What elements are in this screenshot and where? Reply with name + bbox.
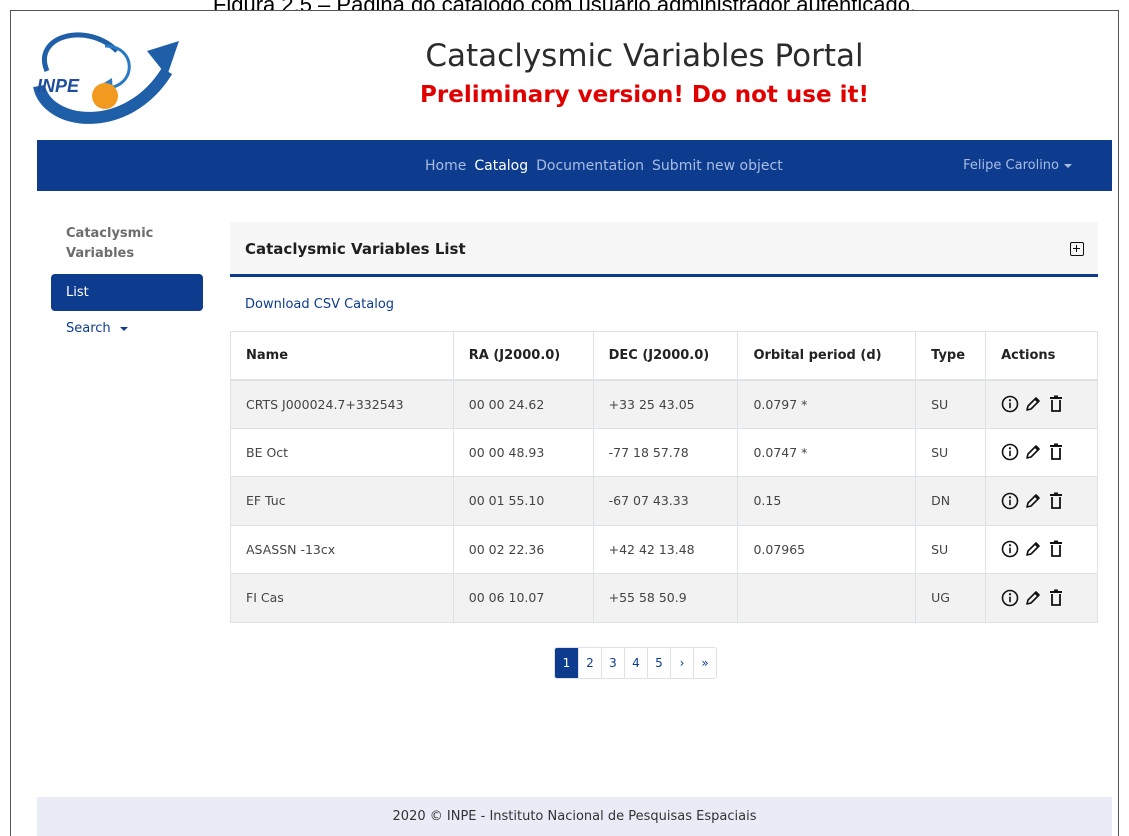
table-row: FI Cas 00 06 10.07 +55 58 50.9 UG	[230, 573, 1098, 623]
cell-dec: +42 42 13.48	[592, 524, 739, 574]
cell-ra: 00 00 48.93	[452, 427, 594, 477]
cell-period: 0.07965	[737, 524, 917, 574]
cell-type: UG	[915, 573, 987, 623]
row-actions	[1001, 492, 1097, 510]
catalog-table: Name RA (J2000.0) DEC (J2000.0) Orbital …	[230, 331, 1098, 623]
cell-type: SU	[915, 427, 987, 477]
edit-pencil-icon[interactable]	[1024, 492, 1042, 510]
sidebar: Cataclysmic Variables List Search	[51, 224, 203, 336]
edit-pencil-icon[interactable]	[1024, 589, 1042, 607]
page-3-button[interactable]: 3	[601, 648, 624, 678]
cell-actions	[985, 476, 1098, 526]
nav-links: Home Catalog Documentation Submit new ob…	[425, 140, 783, 191]
row-actions	[1001, 443, 1097, 461]
column-header-type: Type	[915, 331, 987, 381]
sidebar-heading: Cataclysmic Variables	[66, 226, 154, 261]
column-header-ra: RA (J2000.0)	[452, 331, 594, 381]
cell-dec: +33 25 43.05	[592, 379, 739, 429]
trash-icon[interactable]	[1047, 589, 1065, 607]
cell-dec: +55 58 50.9	[592, 573, 739, 623]
cell-ra: 00 02 22.36	[452, 524, 594, 574]
cell-period: 0.0797 *	[737, 379, 917, 429]
cell-period: 0.15	[737, 476, 917, 526]
info-icon[interactable]	[1001, 395, 1019, 413]
sidebar-item-search[interactable]: Search	[51, 321, 203, 336]
user-name: Felipe Carolino	[963, 158, 1059, 173]
cell-name: BE Oct	[230, 427, 454, 477]
page-4-button[interactable]: 4	[624, 648, 647, 678]
table-header-row: Name RA (J2000.0) DEC (J2000.0) Orbital …	[230, 331, 1098, 381]
page-2-button[interactable]: 2	[578, 648, 601, 678]
top-navbar: Home Catalog Documentation Submit new ob…	[37, 140, 1112, 191]
cell-period	[737, 573, 917, 623]
cell-name: EF Tuc	[230, 476, 454, 526]
table-row: CRTS J000024.7+332543 00 00 24.62 +33 25 4…	[230, 379, 1098, 429]
edit-pencil-icon[interactable]	[1024, 540, 1042, 558]
table-row: ASASSN -13cx 00 02 22.36 +42 42 13.48 0.079…	[230, 524, 1098, 574]
info-icon[interactable]	[1001, 540, 1019, 558]
cell-ra: 00 00 24.62	[452, 379, 594, 429]
pagination: 1 2 3 4 5 ›»	[554, 647, 717, 679]
plus-square-icon[interactable]	[1070, 242, 1084, 256]
cell-actions	[985, 427, 1098, 477]
column-header-actions: Actions	[985, 331, 1098, 381]
nav-submit-new-object[interactable]: Submit new object	[652, 158, 783, 174]
row-actions	[1001, 589, 1097, 607]
trash-icon[interactable]	[1047, 395, 1065, 413]
column-header-dec: DEC (J2000.0)	[592, 331, 739, 381]
column-header-period: Orbital period (d)	[737, 331, 917, 381]
info-icon[interactable]	[1001, 492, 1019, 510]
logo-text: INPE	[37, 76, 80, 96]
card-header: Cataclysmic Variables List	[230, 222, 1098, 277]
trash-icon[interactable]	[1047, 443, 1065, 461]
trash-icon[interactable]	[1047, 540, 1065, 558]
cell-actions	[985, 573, 1098, 623]
nav-home[interactable]: Home	[425, 158, 466, 174]
cell-name: FI Cas	[230, 573, 454, 623]
cell-ra: 00 01 55.10	[452, 476, 594, 526]
table-row: BE Oct 00 00 48.93 -77 18 57.78 0.0747 * SU	[230, 427, 1098, 477]
caret-down-icon	[1064, 163, 1072, 168]
caret-down-icon	[119, 326, 128, 331]
footer: 2020 © INPE - Instituto Nacional de Pesq…	[37, 797, 1112, 836]
cell-dec: -77 18 57.78	[592, 427, 739, 477]
row-actions	[1001, 540, 1097, 558]
column-header-name: Name	[230, 331, 454, 381]
last-page-button[interactable]: »	[693, 648, 716, 678]
info-icon[interactable]	[1001, 589, 1019, 607]
next-page-button[interactable]: ›	[670, 648, 693, 678]
edit-pencil-icon[interactable]	[1024, 395, 1042, 413]
sidebar-item-search-label: Search	[66, 321, 111, 336]
sidebar-item-list[interactable]: List	[51, 274, 203, 311]
cell-name: CRTS J000024.7+332543	[230, 379, 454, 429]
cell-period: 0.0747 *	[737, 427, 917, 477]
cell-actions	[985, 379, 1098, 429]
preliminary-warning: Preliminary version! Do not use it!	[420, 82, 869, 108]
cell-type: DN	[915, 476, 987, 526]
card-title: Cataclysmic Variables List	[245, 240, 466, 258]
user-menu[interactable]: Felipe Carolino	[963, 140, 1072, 191]
cell-type: SU	[915, 379, 987, 429]
site-header: INPE Cataclysmic Variables Portal Prelim…	[27, 16, 1112, 136]
trash-icon[interactable]	[1047, 492, 1065, 510]
nav-documentation[interactable]: Documentation	[536, 158, 644, 174]
cell-actions	[985, 524, 1098, 574]
table-body: CRTS J000024.7+332543 00 00 24.62 +33 25 4…	[230, 379, 1098, 623]
cell-ra: 00 06 10.07	[452, 573, 594, 623]
nav-catalog[interactable]: Catalog	[474, 158, 528, 174]
inpe-logo: INPE	[33, 32, 179, 124]
row-actions	[1001, 395, 1097, 413]
cell-name: ASASSN -13cx	[230, 524, 454, 574]
edit-pencil-icon[interactable]	[1024, 443, 1042, 461]
page-1-button[interactable]: 1	[555, 648, 578, 678]
page-5-button[interactable]: 5	[647, 648, 670, 678]
cell-dec: -67 07 43.33	[592, 476, 739, 526]
table-row: EF Tuc 00 01 55.10 -67 07 43.33 0.15 DN	[230, 476, 1098, 526]
portal-title: Cataclysmic Variables Portal	[425, 38, 864, 74]
download-csv-link[interactable]: Download CSV Catalog	[245, 297, 394, 312]
cell-type: SU	[915, 524, 987, 574]
info-icon[interactable]	[1001, 443, 1019, 461]
